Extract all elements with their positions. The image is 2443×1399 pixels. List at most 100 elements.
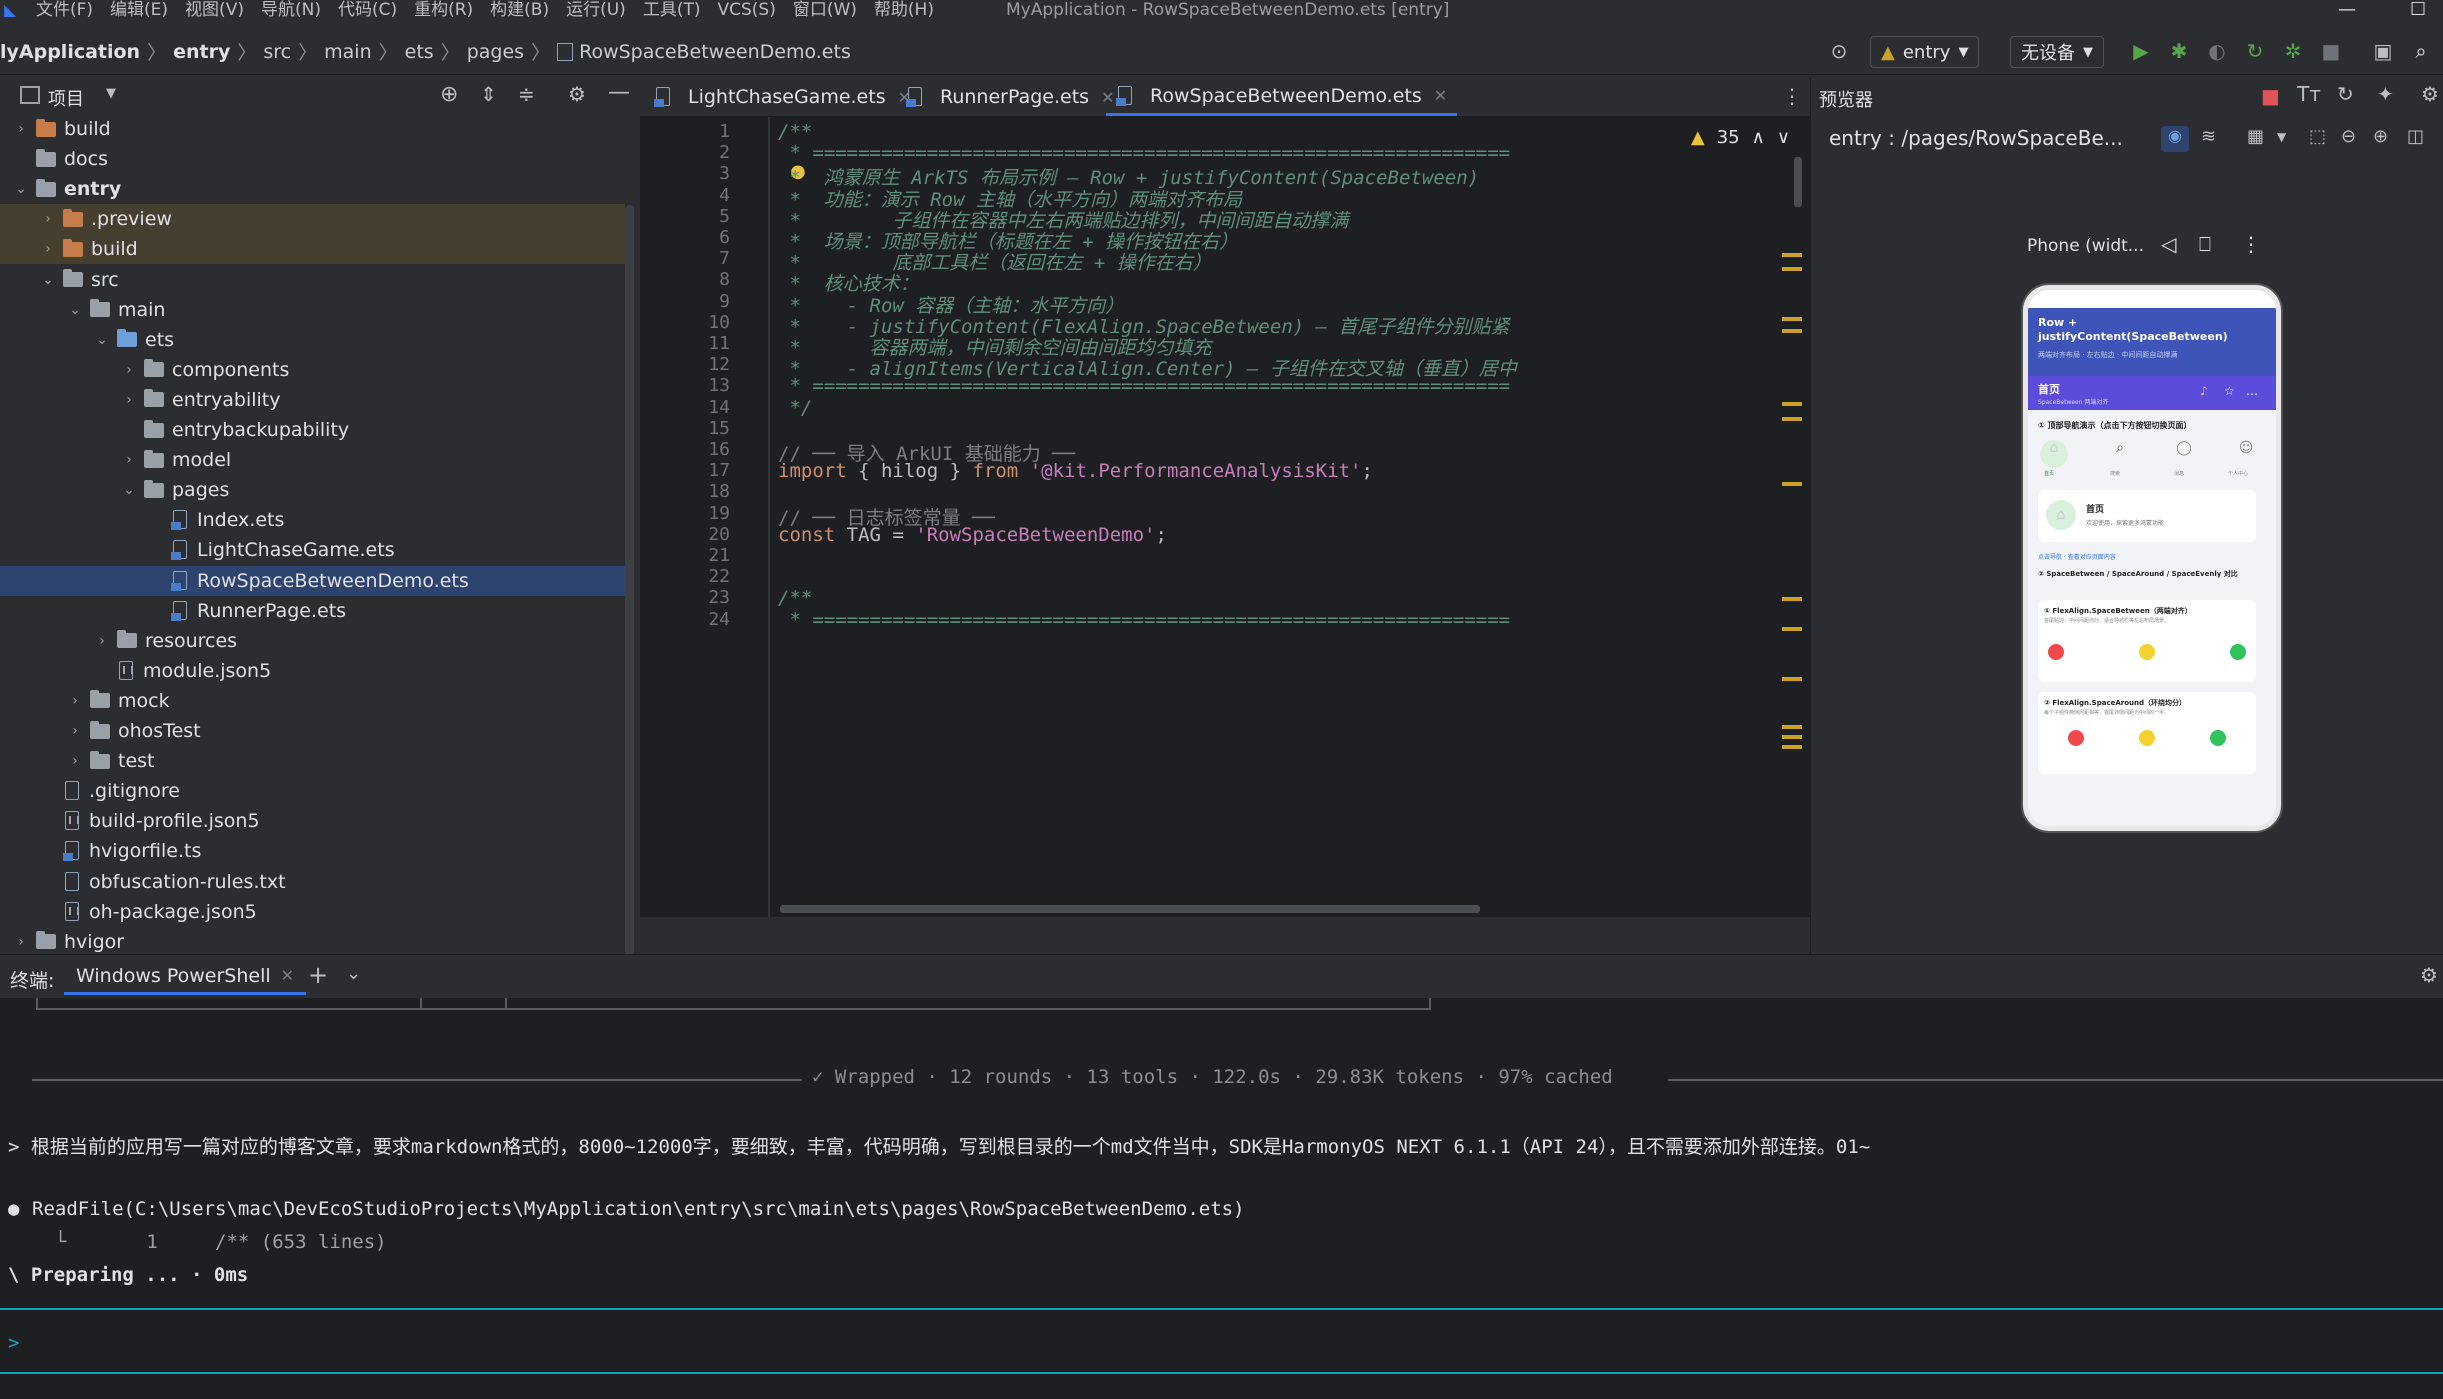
chevron-down-icon[interactable]: ▼ xyxy=(2277,130,2286,144)
font-size-icon[interactable]: Tт xyxy=(2297,82,2321,106)
stop-preview-icon[interactable]: ■ xyxy=(2261,84,2280,108)
code-line[interactable]: * ======================================… xyxy=(778,609,1510,631)
chevron-right-icon[interactable]: › xyxy=(66,723,84,739)
chevron-down-icon[interactable]: ⌄ xyxy=(12,181,30,197)
tree-item[interactable]: build-profile.json5 xyxy=(0,806,625,836)
rerun-icon[interactable]: ↻ xyxy=(2242,38,2268,64)
more-icon[interactable]: ⋮ xyxy=(2241,232,2261,256)
chevron-right-icon[interactable]: › xyxy=(120,362,138,378)
inspector-icon[interactable]: ◉ xyxy=(2161,126,2189,152)
more-icon[interactable]: … xyxy=(2246,384,2258,398)
tree-item[interactable]: Index.ets xyxy=(0,505,625,535)
tree-item[interactable]: › resources xyxy=(0,626,625,656)
tree-item[interactable]: ⌄ ets xyxy=(0,325,625,355)
code-editor[interactable]: 1 2 3 4 5 6 7 8 9 10 11 12 13 14 15 16 17 18 19 20 21 22 23 24 … xyxy=(640,117,1810,917)
profile-icon[interactable]: ◐ xyxy=(2204,38,2230,64)
menu-item[interactable]: 代码(C) xyxy=(338,0,397,20)
search-icon[interactable]: ⌕ xyxy=(2106,440,2134,468)
maximize-button[interactable]: ☐ xyxy=(2410,0,2426,20)
tree-item[interactable]: › hvigor xyxy=(0,927,625,954)
message-icon[interactable]: ◯ xyxy=(2170,440,2198,468)
tree-item[interactable]: › model xyxy=(0,445,625,475)
screenshot-icon[interactable]: ◫ xyxy=(2407,126,2424,147)
device-dropdown[interactable]: 无设备 ▼ xyxy=(2010,36,2104,68)
chevron-right-icon[interactable]: › xyxy=(12,121,30,137)
project-panel-title[interactable]: 项目 xyxy=(48,85,84,111)
pin-icon[interactable]: ✦ xyxy=(2377,82,2394,106)
tree-item[interactable]: › mock xyxy=(0,686,625,716)
tree-item[interactable]: hvigorfile.ts xyxy=(0,836,625,866)
tab-terminal[interactable]: Windows PowerShell ✕ xyxy=(64,959,307,995)
zoom-out-icon[interactable]: ⊖ xyxy=(2341,126,2356,147)
menu-item[interactable]: 窗口(W) xyxy=(793,0,857,20)
warning-marker[interactable] xyxy=(1782,482,1802,486)
project-tree-scrollbar[interactable] xyxy=(625,205,634,955)
tree-item[interactable]: › build xyxy=(0,116,625,144)
breadcrumb-pages[interactable]: pages xyxy=(467,41,524,63)
tab-runnerpage[interactable]: RunnerPage.ets ✕ xyxy=(906,78,1114,116)
tree-item[interactable]: ⌄ pages xyxy=(0,475,625,505)
chevron-down-icon[interactable]: ⌄ xyxy=(120,482,138,498)
warning-marker[interactable] xyxy=(1782,735,1802,739)
breadcrumb-src[interactable]: src xyxy=(263,41,291,63)
warning-marker[interactable] xyxy=(1782,725,1802,729)
rotate-icon[interactable]: ⎕ xyxy=(2199,232,2211,256)
refresh-icon[interactable]: ↻ xyxy=(2337,82,2354,106)
tab-lightchasegame[interactable]: LightChaseGame.ets ✕ xyxy=(654,78,911,116)
device-selector[interactable]: Phone (widt... xyxy=(2027,236,2144,256)
target-icon[interactable]: ⊙ xyxy=(1826,38,1852,64)
tree-item[interactable]: ⌄ main xyxy=(0,295,625,325)
collapse-all-icon[interactable]: ≑ xyxy=(518,82,535,106)
chevron-right-icon[interactable]: › xyxy=(66,693,84,709)
tree-item[interactable]: docs xyxy=(0,144,625,174)
preview-route[interactable]: entry : /pages/RowSpaceBe... xyxy=(1829,126,2123,150)
warning-marker[interactable] xyxy=(1782,597,1802,601)
star-icon[interactable]: ☆ xyxy=(2224,384,2235,398)
user-icon[interactable]: ☺ xyxy=(2232,440,2260,468)
chevron-down-icon[interactable]: ⌄ xyxy=(346,963,361,984)
chevron-up-icon[interactable]: ∧ xyxy=(1752,127,1765,148)
horizontal-scrollbar[interactable] xyxy=(780,905,1480,913)
hide-panel-icon[interactable]: — xyxy=(608,80,630,105)
editor-scrollbar[interactable] xyxy=(1794,157,1802,207)
tree-item[interactable]: › components xyxy=(0,355,625,385)
chevron-right-icon[interactable]: › xyxy=(120,392,138,408)
fit-screen-icon[interactable]: ⬚ xyxy=(2309,126,2326,147)
zoom-in-icon[interactable]: ⊕ xyxy=(2373,126,2388,147)
code-line[interactable]: * ======================================… xyxy=(778,375,1510,397)
inspection-widget[interactable]: ▲ 35 ∧ ∨ xyxy=(1691,127,1790,148)
warning-marker[interactable] xyxy=(1782,267,1802,271)
locate-icon[interactable]: ⊕ xyxy=(440,82,458,107)
chevron-right-icon[interactable]: › xyxy=(66,753,84,769)
expand-all-icon[interactable]: ⇕ xyxy=(480,82,497,106)
tree-item[interactable]: oh-package.json5 xyxy=(0,897,625,927)
tree-item[interactable]: RowSpaceBetweenDemo.ets xyxy=(0,565,625,596)
chevron-down-icon[interactable]: ⌄ xyxy=(39,272,57,288)
search-icon[interactable]: ⌕ xyxy=(2408,38,2434,64)
tree-item[interactable]: RunnerPage.ets xyxy=(0,596,625,626)
terminal-output[interactable]: ✓ Wrapped · 12 rounds · 13 tools · 122.0… xyxy=(0,998,2443,1399)
gear-icon[interactable]: ⚙ xyxy=(2421,82,2439,106)
more-tabs-icon[interactable]: ⋮ xyxy=(1782,84,1802,108)
menu-item[interactable]: 视图(V) xyxy=(185,0,244,20)
breadcrumb-entry[interactable]: entry xyxy=(173,41,230,63)
chevron-down-icon[interactable]: ⌄ xyxy=(66,302,84,318)
code-line[interactable]: /** xyxy=(778,587,812,609)
warning-marker[interactable] xyxy=(1782,417,1802,421)
tree-item[interactable]: › test xyxy=(0,746,625,776)
home-icon[interactable]: ⌂ xyxy=(2040,440,2068,468)
menu-item[interactable]: 重构(R) xyxy=(414,0,473,20)
tree-item[interactable]: LightChaseGame.ets xyxy=(0,535,625,565)
tab-rowspacebetweendemo[interactable]: RowSpaceBetweenDemo.ets ✕ xyxy=(1106,78,1458,116)
add-icon[interactable]: + xyxy=(308,961,328,989)
menu-item[interactable]: 运行(U) xyxy=(566,0,626,20)
gear-icon[interactable]: ⚙ xyxy=(568,82,586,106)
tree-item[interactable]: .gitignore xyxy=(0,776,625,806)
chevron-down-icon[interactable]: ▼ xyxy=(106,86,116,101)
breadcrumb-main[interactable]: main xyxy=(324,41,371,63)
tree-item[interactable]: › entryability xyxy=(0,385,625,415)
phone-preview[interactable]: Row + justifyContent(SpaceBetween) 两端对齐布… xyxy=(2023,285,2281,831)
menu-item[interactable]: 工具(T) xyxy=(643,0,701,20)
warning-marker[interactable] xyxy=(1782,627,1802,631)
run-config-dropdown[interactable]: ▲ entry ▼ xyxy=(1870,36,1980,68)
